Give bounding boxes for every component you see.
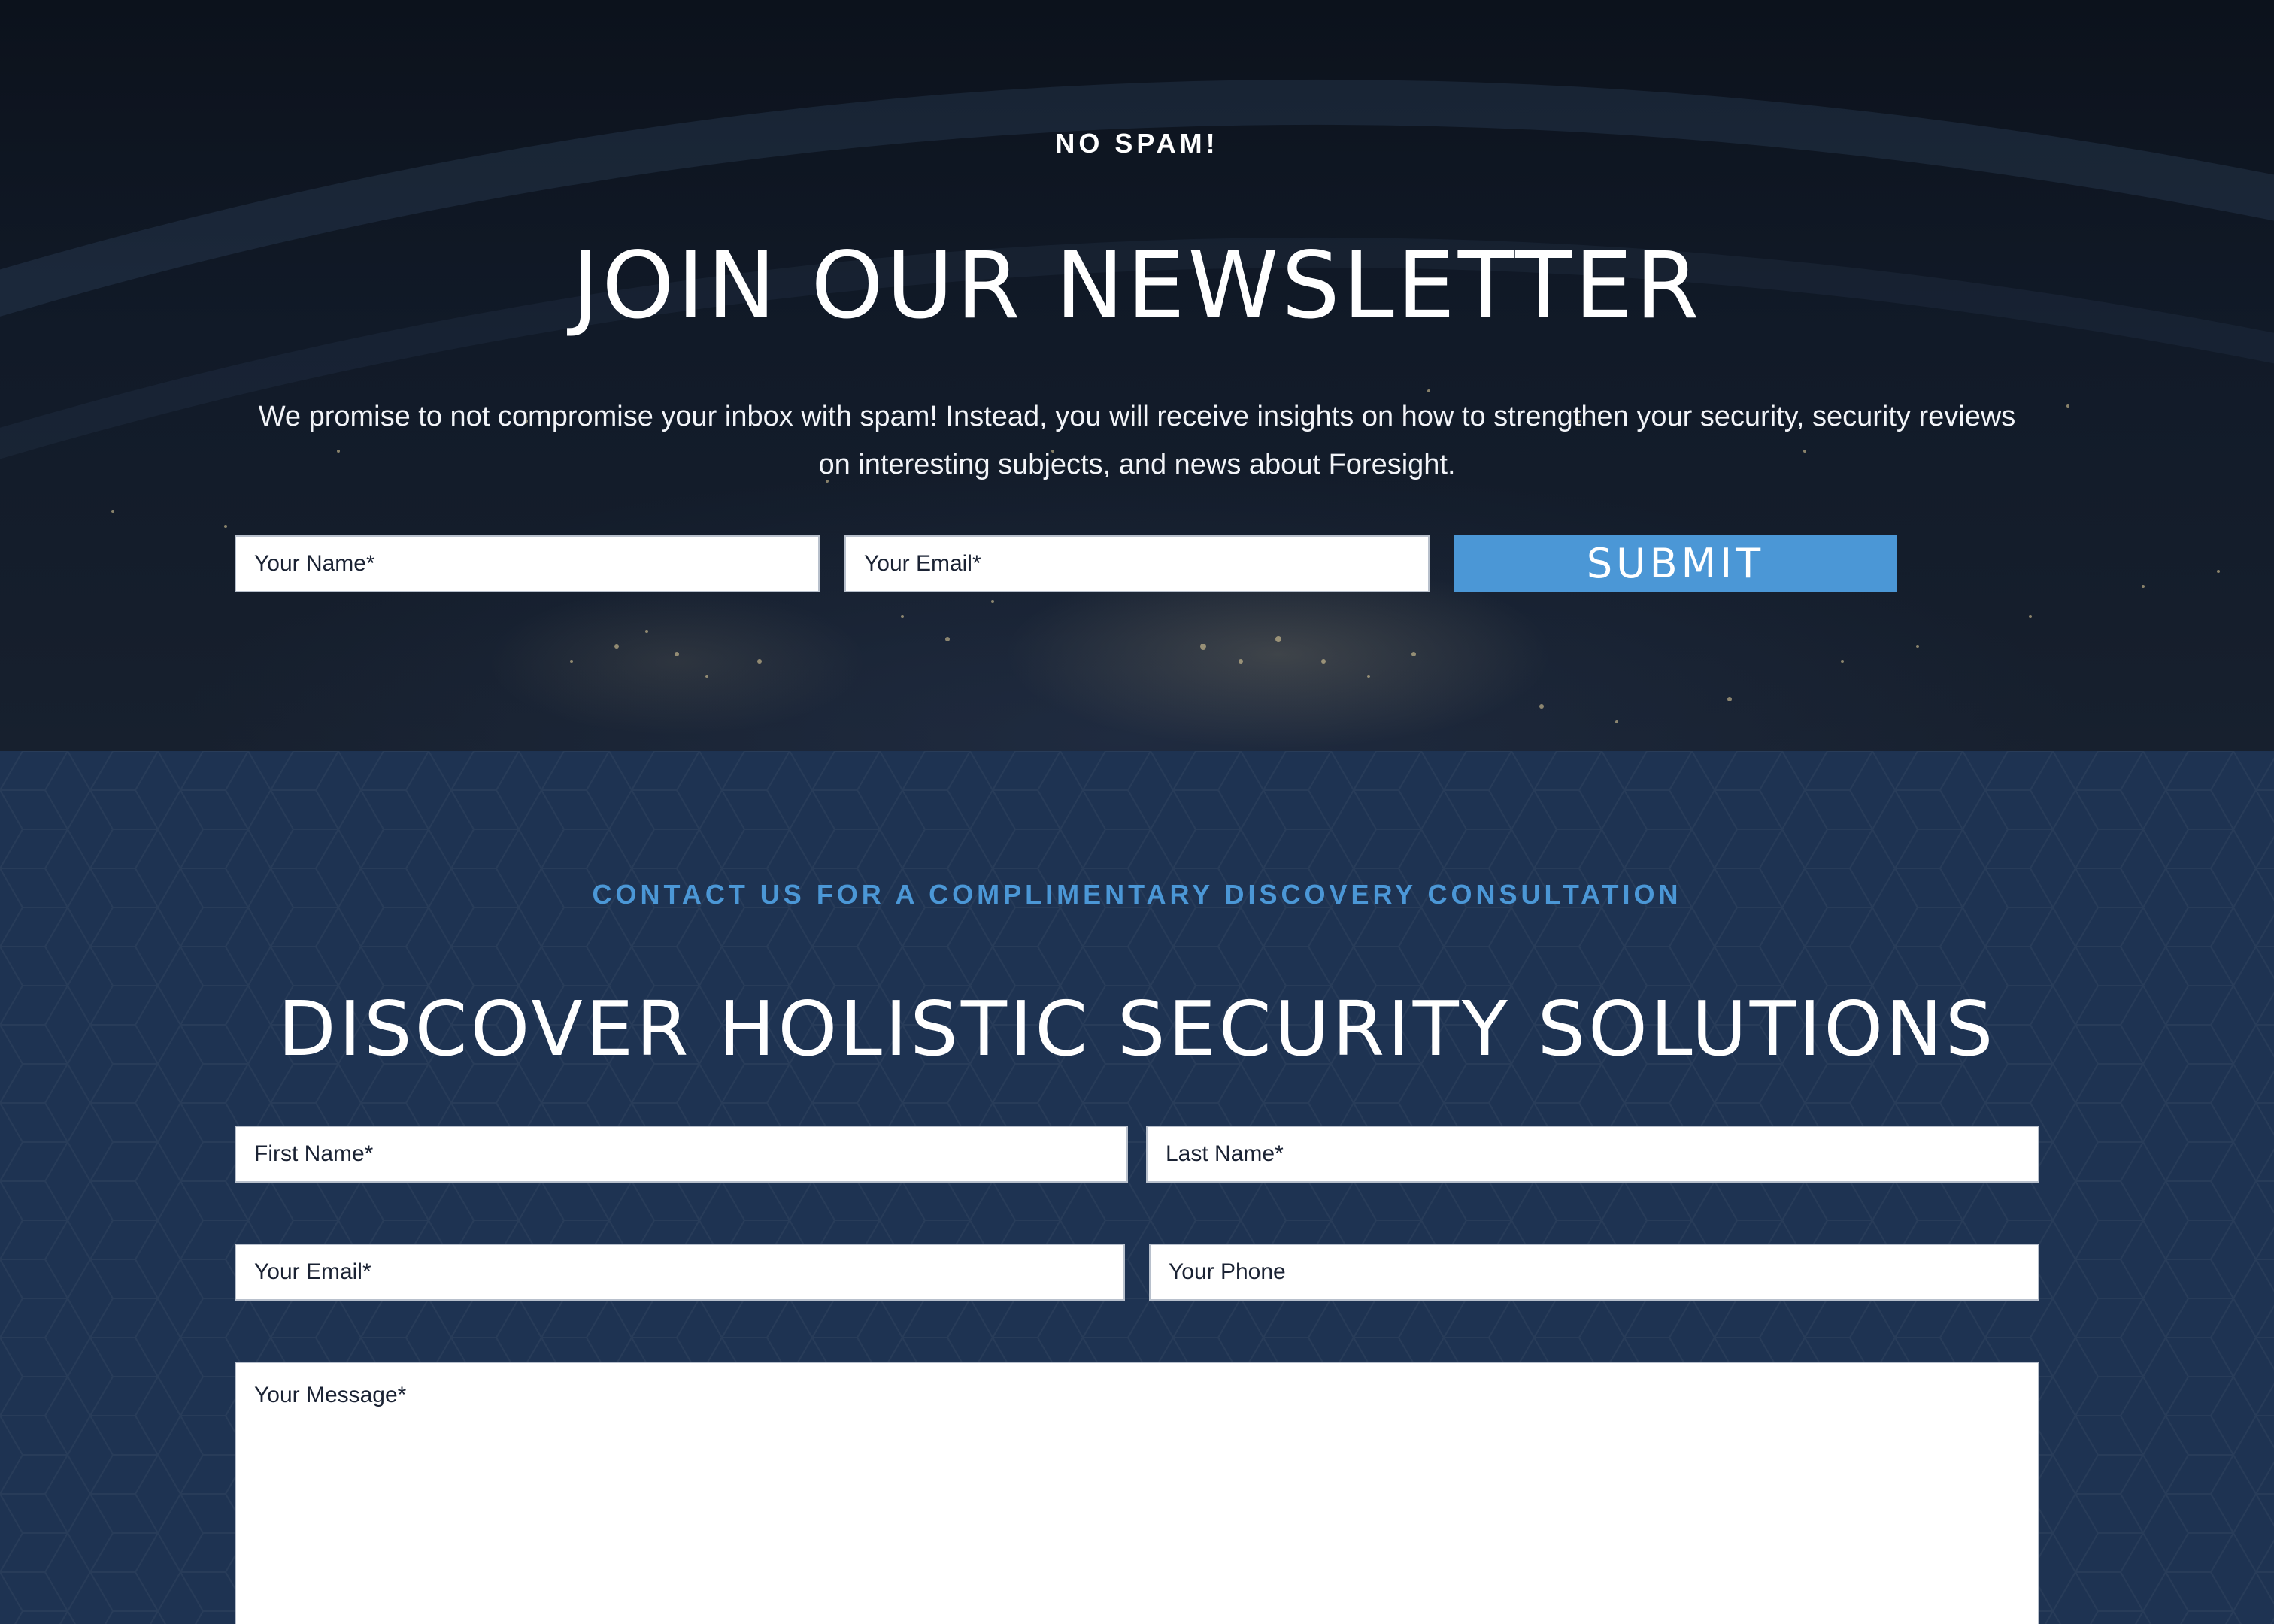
page: NO SPAM! JOIN OUR NEWSLETTER We promise … <box>0 0 2274 1624</box>
newsletter-name-input[interactable]: Your Name* <box>235 535 820 592</box>
newsletter-title: JOIN OUR NEWSLETTER <box>572 232 1702 339</box>
contact-section: CONTACT US FOR A COMPLIMENTARY DISCOVERY… <box>0 751 2274 1624</box>
newsletter-eyebrow: NO SPAM! <box>1055 128 1219 159</box>
last-name-input[interactable]: Last Name* <box>1146 1126 2039 1183</box>
earth-night-background <box>0 79 2274 723</box>
contact-email-input[interactable]: Your Email* <box>235 1244 1125 1301</box>
contact-eyebrow: CONTACT US FOR A COMPLIMENTARY DISCOVERY… <box>592 879 1682 910</box>
contact-title: DISCOVER HOLISTIC SECURITY SOLUTIONS <box>277 985 1997 1073</box>
newsletter-submit-button[interactable]: SUBMIT <box>1454 535 1897 592</box>
newsletter-email-input[interactable]: Your Email* <box>844 535 1430 592</box>
first-name-input[interactable]: First Name* <box>235 1126 1128 1183</box>
newsletter-description: We promise to not compromise your inbox … <box>258 401 2016 480</box>
phone-input[interactable]: Your Phone <box>1149 1244 2039 1301</box>
newsletter-section: NO SPAM! JOIN OUR NEWSLETTER We promise … <box>0 0 2274 751</box>
message-textarea[interactable]: Your Message* <box>235 1362 2039 1624</box>
